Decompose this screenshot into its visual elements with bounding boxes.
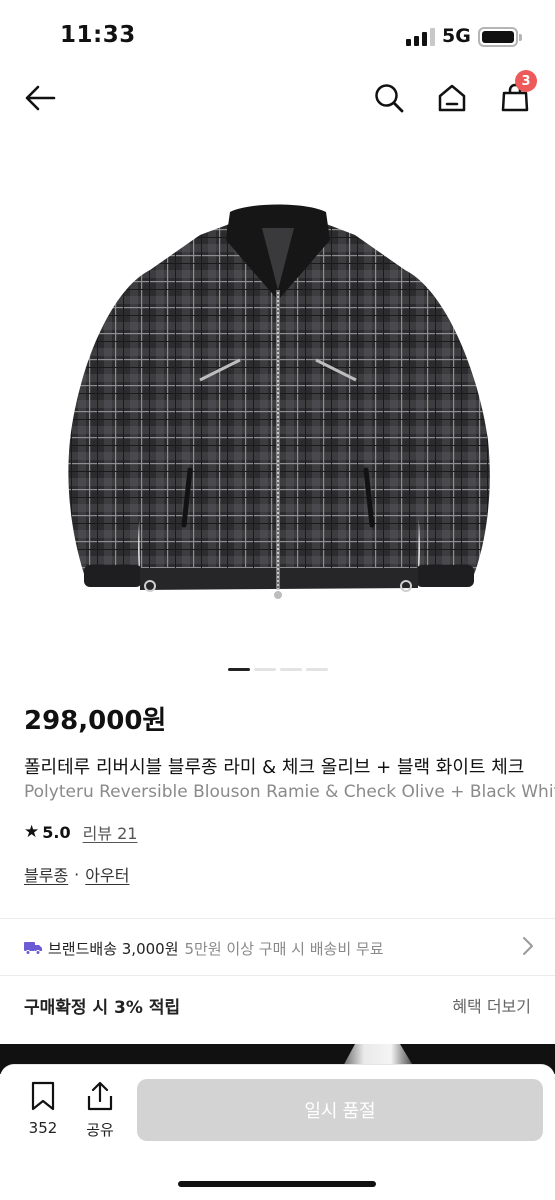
home-indicator: [178, 1181, 376, 1187]
back-button[interactable]: [20, 78, 60, 118]
product-title-ko: 폴리테루 리버시블 블루종 라미 & 체크 올리브 + 블랙 화이트 체크: [24, 757, 525, 778]
home-button[interactable]: [432, 78, 472, 118]
shipping-row[interactable]: 브랜드배송 3,000원 5만원 이상 구매 시 배송비 무료: [24, 934, 534, 962]
status-time: 11:33: [60, 22, 136, 48]
bookmark-icon: [31, 1081, 55, 1111]
bookmark-button[interactable]: 352: [22, 1081, 64, 1137]
battery-icon: [478, 27, 522, 47]
top-nav: 3: [0, 70, 555, 130]
bottom-action-bar: 352 공유 일시 품절: [0, 1064, 555, 1200]
sold-out-button[interactable]: 일시 품절: [137, 1079, 543, 1141]
share-label: 공유: [86, 1121, 114, 1139]
points-label: 구매확정 시 3% 적립: [24, 998, 181, 1018]
rating-row: ★ 5.0 리뷰 21: [24, 820, 137, 844]
jacket-illustration: [68, 204, 490, 599]
carousel-indicator: [228, 668, 328, 671]
benefits-more-link[interactable]: 혜택 더보기: [452, 993, 531, 1017]
carousel-dot[interactable]: [228, 668, 250, 671]
divider: [0, 918, 555, 919]
category-breadcrumb: 블루종 · 아우터: [24, 862, 129, 886]
arrow-left-icon: [25, 85, 56, 111]
cart-button[interactable]: 3: [495, 70, 537, 118]
share-button[interactable]: 공유: [80, 1081, 120, 1140]
network-label: 5G: [442, 25, 471, 47]
status-bar: 11:33 5G: [0, 0, 555, 70]
chevron-right-icon: [523, 937, 533, 955]
bookmark-count: 352: [28, 1119, 58, 1137]
carousel-dot[interactable]: [280, 668, 302, 671]
category-separator: ·: [74, 864, 80, 884]
shipping-label: 브랜드배송 3,000원: [48, 939, 179, 958]
cart-count-badge: 3: [515, 70, 537, 92]
category-link-outer[interactable]: 아우터: [85, 862, 129, 886]
signal-icon: [406, 28, 436, 46]
shipping-note: 5만원 이상 구매 시 배송비 무료: [184, 939, 384, 958]
category-link-blouson[interactable]: 블루종: [24, 862, 68, 886]
review-link[interactable]: 리뷰 21: [83, 820, 138, 844]
carousel-dot[interactable]: [254, 668, 276, 671]
divider: [0, 975, 555, 976]
product-image[interactable]: [0, 140, 555, 650]
carousel-dot[interactable]: [306, 668, 328, 671]
star-icon: ★: [24, 822, 40, 842]
product-title-en: Polyteru Reversible Blouson Ramie & Chec…: [24, 782, 555, 802]
search-icon: [375, 84, 404, 113]
product-price: 298,000원: [24, 706, 167, 736]
share-icon: [87, 1081, 113, 1111]
truck-icon: [24, 942, 42, 955]
home-icon: [438, 84, 466, 112]
rating-score: 5.0: [42, 822, 71, 842]
search-button[interactable]: [369, 78, 409, 118]
